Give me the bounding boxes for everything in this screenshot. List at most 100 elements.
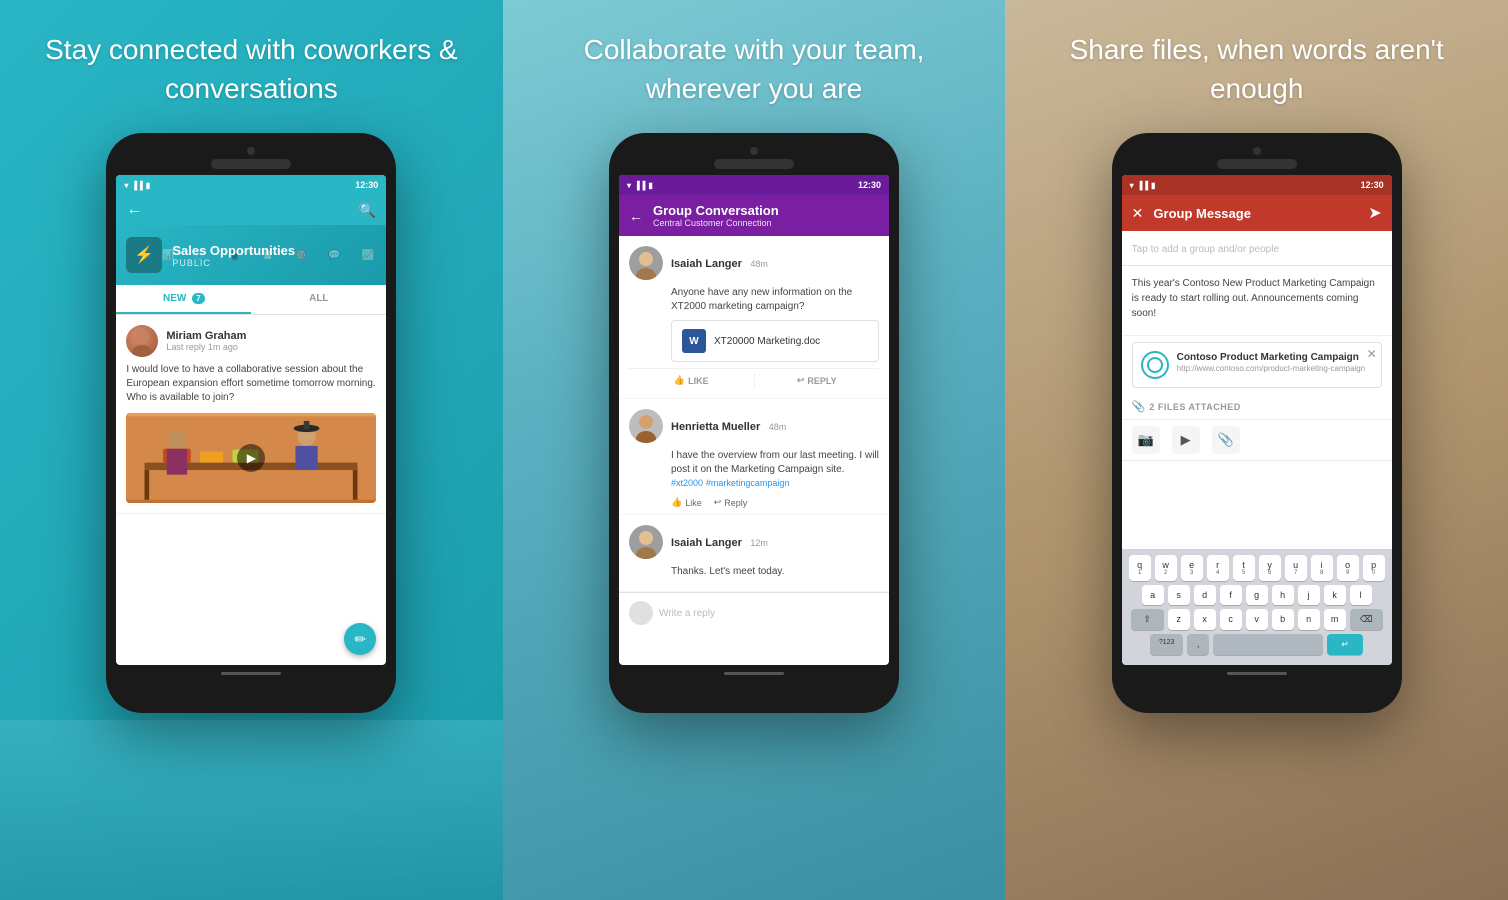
- key-t[interactable]: t5: [1233, 555, 1255, 581]
- key-r[interactable]: r4: [1207, 555, 1229, 581]
- feed-item: Miriam Graham Last reply 1m ago I would …: [116, 315, 386, 514]
- key-space[interactable]: [1213, 634, 1323, 655]
- key-b[interactable]: b: [1272, 609, 1294, 630]
- like-button-big[interactable]: 👍 LIKE: [629, 369, 754, 392]
- key-q[interactable]: q1: [1129, 555, 1151, 581]
- conv-message-2: Henrietta Mueller 48m I have the overvie…: [619, 399, 889, 515]
- panel-1-heading: Stay connected with coworkers & conversa…: [0, 30, 503, 108]
- key-m[interactable]: m: [1324, 609, 1346, 630]
- attach-button[interactable]: 📎: [1212, 426, 1240, 454]
- tab-new[interactable]: NEW 7: [116, 285, 251, 314]
- battery-icon-3: ▮: [1151, 181, 1155, 190]
- feed-text: I would love to have a collaborative ses…: [126, 363, 376, 405]
- feed-time: Last reply 1m ago: [166, 342, 246, 352]
- home-bar-3: [1227, 672, 1287, 675]
- hashtag-xt2000[interactable]: #xt2000: [671, 478, 703, 488]
- key-l[interactable]: l: [1350, 585, 1372, 605]
- reply-avatar: [629, 601, 653, 625]
- status-time: 12:30: [355, 180, 378, 190]
- panel-3-heading: Share files, when words aren't enough: [1005, 30, 1508, 108]
- reply-icon: ↩: [797, 375, 805, 386]
- video-button[interactable]: ▶: [1172, 426, 1200, 454]
- key-z[interactable]: z: [1168, 609, 1190, 630]
- feed-tabs: NEW 7 ALL: [116, 285, 386, 315]
- link-info: Contoso Product Marketing Campaign http:…: [1177, 351, 1366, 373]
- close-button[interactable]: ✕: [1132, 205, 1144, 222]
- recipients-field[interactable]: Tap to add a group and/or people: [1122, 231, 1392, 266]
- key-j[interactable]: j: [1298, 585, 1320, 605]
- hashtag-marketing[interactable]: #marketingcampaign: [706, 478, 790, 488]
- feed-image: ▶: [126, 413, 376, 503]
- signal-icon-2: ▐▐: [634, 181, 645, 190]
- close-preview-button[interactable]: ✕: [1367, 347, 1377, 361]
- back-button[interactable]: ←: [126, 201, 142, 219]
- reply-inline[interactable]: ↩ Reply: [714, 497, 748, 508]
- camera-button[interactable]: 📷: [1132, 426, 1160, 454]
- phone-1-notch: [211, 159, 291, 169]
- key-g[interactable]: g: [1246, 585, 1268, 605]
- conv-user-1: Isaiah Langer: [671, 258, 742, 270]
- link-preview: Contoso Product Marketing Campaign http:…: [1132, 342, 1382, 388]
- key-n[interactable]: n: [1298, 609, 1320, 630]
- phone-2-navbar: ← Group Conversation Central Customer Co…: [619, 195, 889, 236]
- send-button[interactable]: ➤: [1368, 203, 1381, 223]
- key-x[interactable]: x: [1194, 609, 1216, 630]
- key-v[interactable]: v: [1246, 609, 1268, 630]
- like-inline[interactable]: 👍 Like: [671, 497, 702, 508]
- key-s[interactable]: s: [1168, 585, 1190, 605]
- conv-text-1: Anyone have any new information on the X…: [671, 286, 879, 314]
- file-attachment[interactable]: W XT20000 Marketing.doc: [671, 320, 879, 362]
- phone-1-home: [116, 665, 386, 681]
- key-k[interactable]: k: [1324, 585, 1346, 605]
- status-time-2: 12:30: [858, 180, 881, 190]
- search-icon[interactable]: 🔍: [359, 202, 376, 219]
- phone-1-camera: [247, 147, 255, 155]
- tab-all[interactable]: ALL: [251, 285, 386, 314]
- key-i[interactable]: i8: [1311, 555, 1333, 581]
- phone-2-status-bar: ▾ ▐▐ ▮ 12:30: [619, 175, 889, 195]
- key-comma[interactable]: ,: [1187, 634, 1209, 655]
- key-backspace[interactable]: ⌫: [1350, 609, 1383, 630]
- status-icons-3: ▾ ▐▐ ▮: [1130, 181, 1156, 190]
- fab-compose-button[interactable]: ✏: [344, 623, 376, 655]
- conv-text-2: I have the overview from our last meetin…: [671, 449, 879, 491]
- key-c[interactable]: c: [1220, 609, 1242, 630]
- conv-time-1: 48m: [750, 259, 768, 269]
- key-u[interactable]: u7: [1285, 555, 1307, 581]
- key-h[interactable]: h: [1272, 585, 1294, 605]
- conv-user-info-1: Isaiah Langer 48m: [671, 254, 768, 272]
- key-numeric[interactable]: ?123: [1150, 634, 1183, 655]
- conv-actions-big: 👍 LIKE ↩ REPLY: [629, 368, 879, 392]
- feed-user-name: Miriam Graham: [166, 330, 246, 342]
- message-body[interactable]: This year's Contoso New Product Marketin…: [1122, 266, 1392, 336]
- key-a[interactable]: a: [1142, 585, 1164, 605]
- paperclip-icon: 📎: [1132, 400, 1146, 413]
- key-f[interactable]: f: [1220, 585, 1242, 605]
- status-icons-2: ▾ ▐▐ ▮: [627, 181, 653, 190]
- back-button-2[interactable]: ←: [629, 208, 643, 224]
- key-return[interactable]: ↵: [1327, 634, 1363, 655]
- reply-input-area[interactable]: Write a reply: [619, 592, 889, 633]
- phone-2-frame: ▾ ▐▐ ▮ 12:30 ← Group Conversation Centra…: [609, 133, 899, 713]
- reply-button-big[interactable]: ↩ REPLY: [755, 369, 880, 392]
- conversation-sub-title: Central Customer Connection: [653, 218, 779, 228]
- panel-1: Stay connected with coworkers & conversa…: [0, 0, 503, 900]
- panel-3: Share files, when words aren't enough ▾ …: [1005, 0, 1508, 900]
- key-e[interactable]: e3: [1181, 555, 1203, 581]
- key-d[interactable]: d: [1194, 585, 1216, 605]
- link-title: Contoso Product Marketing Campaign: [1177, 351, 1366, 364]
- key-y[interactable]: y6: [1259, 555, 1281, 581]
- link-logo: [1141, 351, 1169, 379]
- group-name: Sales Opportunities: [172, 243, 295, 258]
- key-w[interactable]: w2: [1155, 555, 1177, 581]
- tab-badge: 7: [192, 293, 204, 304]
- link-url: http://www.contoso.com/product-marketing…: [1177, 364, 1366, 373]
- phone-1-navbar: ← 🔍: [116, 195, 386, 225]
- key-shift[interactable]: ⇧: [1131, 609, 1164, 630]
- reply-placeholder[interactable]: Write a reply: [659, 608, 879, 619]
- conv-message-1: Isaiah Langer 48m Anyone have any new in…: [619, 236, 889, 399]
- key-o[interactable]: o9: [1337, 555, 1359, 581]
- conversation-title-area: Group Conversation Central Customer Conn…: [653, 203, 779, 228]
- home-bar: [221, 672, 281, 675]
- key-p[interactable]: p0: [1363, 555, 1385, 581]
